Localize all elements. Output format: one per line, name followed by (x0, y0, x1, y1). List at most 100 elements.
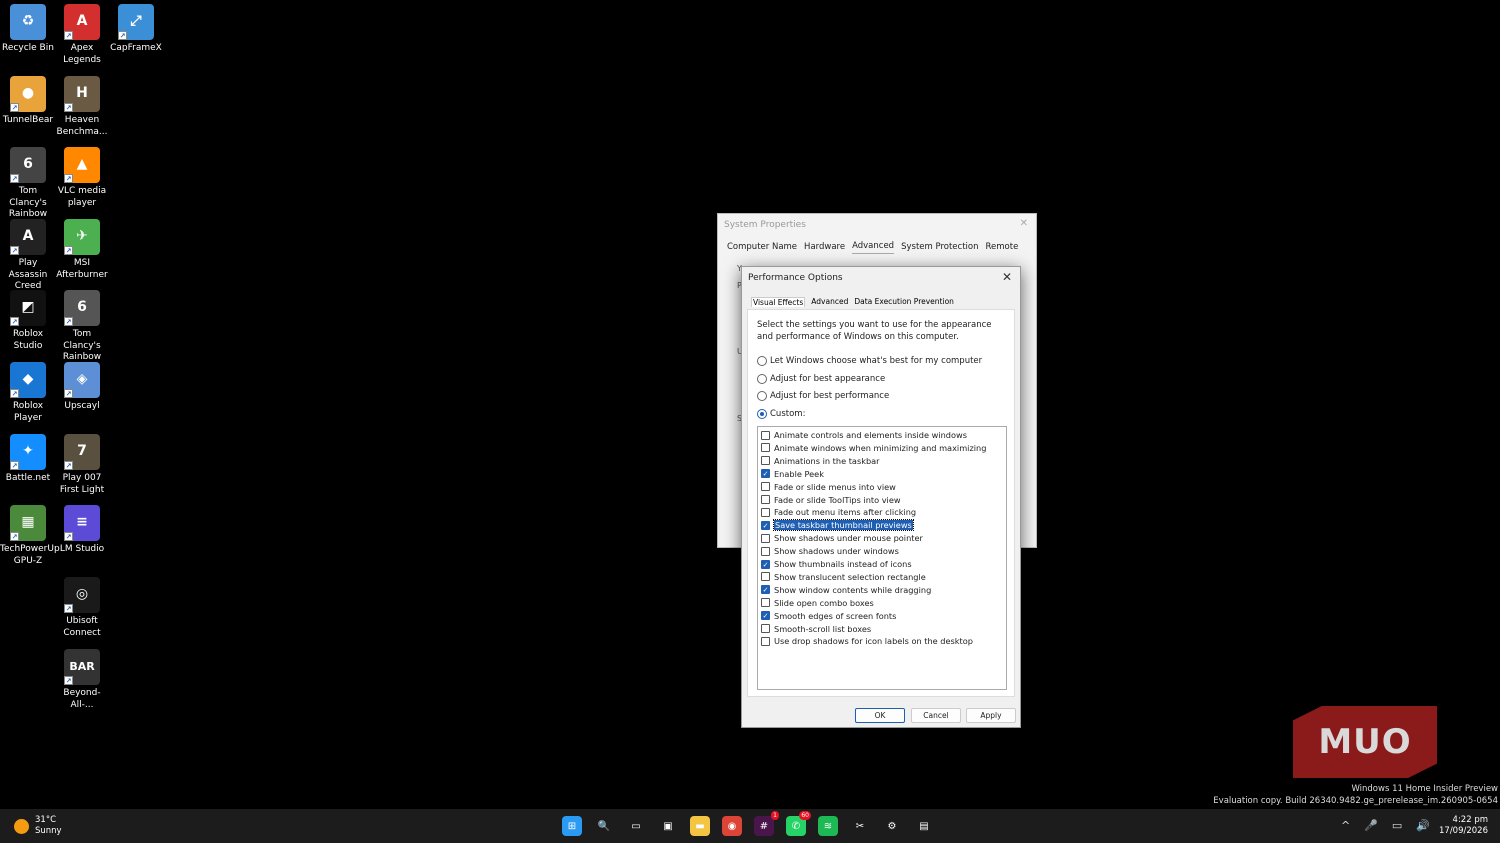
weather-widget[interactable]: 31°C Sunny (14, 815, 62, 837)
tab-data-execution-prevention[interactable]: Data Execution Prevention (854, 297, 954, 307)
desktop-icon[interactable]: BAR ↗ Beyond-All-... (54, 645, 110, 711)
effect-item[interactable]: Animations in the taskbar (761, 455, 880, 467)
tab-visual-effects[interactable]: Visual Effects (751, 297, 806, 307)
desktop-icon[interactable]: ♻ Recycle Bin (0, 0, 56, 55)
desktop-icon[interactable]: ◈ ↗ Upscayl (54, 358, 110, 413)
checkbox[interactable] (761, 533, 770, 543)
network-icon[interactable]: ▭ (1392, 819, 1402, 832)
desktop-icon[interactable]: ◩ ↗ Roblox Studio (0, 286, 56, 352)
desktop-icon[interactable]: ▲ ↗ VLC media player (54, 143, 110, 209)
task-view-icon[interactable]: ▭ (626, 816, 646, 836)
checkbox[interactable] (761, 482, 770, 492)
effect-item[interactable]: ✓ Save taskbar thumbnail previews (761, 519, 914, 532)
radio-option[interactable]: Let Windows choose what's best for my co… (757, 356, 982, 366)
checkbox[interactable] (761, 495, 770, 504)
rainbow-six-siege-icon: 6 ↗ (64, 290, 100, 326)
chrome-icon[interactable]: ◉ (722, 816, 742, 836)
desktop-icon-label: Play 007 First Light (59, 473, 105, 495)
effect-item[interactable]: Fade out menu items after clicking (761, 506, 916, 518)
tab-remote[interactable]: Remote (986, 242, 1019, 254)
show-hidden-icons[interactable]: ^ (1341, 819, 1350, 832)
checkbox[interactable] (761, 572, 770, 582)
checkbox[interactable] (761, 456, 770, 466)
visual-effects-panel: Select the settings you want to use for … (747, 309, 1015, 697)
start-icon[interactable]: ⊞ (562, 816, 582, 836)
spotify-icon[interactable]: ≋ (818, 816, 838, 836)
radio-button[interactable] (757, 373, 767, 384)
effect-item[interactable]: Animate controls and elements inside win… (761, 429, 967, 441)
microphone-icon[interactable]: 🎤 (1364, 819, 1378, 832)
desktop-icon[interactable]: H ↗ Heaven Benchma... (54, 72, 110, 138)
desktop-icon[interactable]: A ↗ Apex Legends (54, 0, 110, 66)
desktop-icon[interactable]: ⤢ ↗ CapFrameX (108, 0, 164, 55)
checkbox[interactable] (761, 636, 770, 646)
radio-button[interactable] (757, 391, 767, 402)
checkbox[interactable] (761, 624, 770, 633)
checkbox[interactable] (761, 443, 770, 453)
radio-option[interactable]: Adjust for best performance (757, 391, 889, 402)
slack-icon[interactable]: #1 (754, 811, 779, 836)
whatsapp-icon[interactable]: ✆ 60 (786, 811, 811, 836)
desktop-icon-label: Ubisoft Connect (63, 616, 101, 638)
checkbox[interactable]: ✓ (761, 520, 770, 530)
radio-option[interactable]: Custom: (757, 408, 805, 419)
desktop-icon[interactable]: 7 ↗ Play 007 First Light (54, 430, 110, 496)
desktop-icon[interactable]: ◎ ↗ Ubisoft Connect (54, 573, 110, 639)
close-icon[interactable]: ✕ (1002, 270, 1012, 284)
effect-label: Use drop shadows for icon labels on the … (774, 636, 973, 647)
tab-system-protection[interactable]: System Protection (901, 242, 978, 254)
effect-label: Show shadows under windows (774, 546, 899, 557)
clock[interactable]: 4:22 pm 17/09/2026 (1439, 815, 1488, 837)
radio-button[interactable] (757, 408, 767, 419)
desktop-icon[interactable]: ▦ ↗ TechPowerUp GPU-Z (0, 501, 60, 567)
close-icon[interactable]: ✕ (1020, 218, 1028, 229)
watermark-line: Windows 11 Home Insider Preview (1351, 784, 1498, 794)
effect-item[interactable]: Use drop shadows for icon labels on the … (761, 635, 973, 647)
checkbox[interactable] (761, 430, 770, 440)
desktop-icon[interactable]: ● ↗ TunnelBear (0, 72, 56, 127)
checkbox[interactable] (761, 546, 770, 556)
effect-item[interactable]: Show translucent selection rectangle (761, 571, 926, 583)
effect-label: Show thumbnails instead of icons (774, 559, 912, 569)
microsoft-store-icon[interactable]: ▣ (658, 816, 678, 836)
checkbox[interactable]: ✓ (761, 559, 770, 569)
tab-advanced[interactable]: Advanced (811, 297, 848, 307)
radio-button[interactable] (757, 356, 767, 366)
effect-item[interactable]: Fade or slide menus into view (761, 481, 896, 493)
file-explorer-icon[interactable]: ▬ (690, 816, 710, 836)
desktop-icon[interactable]: ≡ ↗ LM Studio (54, 501, 110, 556)
cancel-button[interactable]: Cancel (911, 708, 961, 723)
snipping-tool-icon[interactable]: ✂ (850, 816, 870, 836)
system-properties-icon[interactable]: ▤ (914, 816, 934, 836)
checkbox[interactable] (761, 507, 770, 517)
tab-hardware[interactable]: Hardware (804, 242, 845, 254)
effects-list[interactable]: Animate controls and elements inside win… (757, 426, 1007, 690)
performance-options-dialog[interactable]: Performance Options ✕ Visual Effects Adva… (741, 266, 1021, 728)
effect-item[interactable]: ✓ Show window contents while dragging (761, 584, 931, 596)
effect-item[interactable]: Show shadows under windows (761, 545, 899, 557)
effect-item[interactable]: Smooth-scroll list boxes (761, 623, 871, 635)
effect-item[interactable]: Animate windows when minimizing and maxi… (761, 442, 986, 454)
effect-item[interactable]: Fade or slide ToolTips into view (761, 494, 901, 506)
radio-option[interactable]: Adjust for best appearance (757, 373, 885, 384)
effect-item[interactable]: Show shadows under mouse pointer (761, 532, 923, 544)
effect-item[interactable]: ✓ Smooth edges of screen fonts (761, 610, 896, 622)
apply-button[interactable]: Apply (966, 708, 1016, 723)
desktop-icon[interactable]: ◆ ↗ Roblox Player (0, 358, 56, 424)
effect-label: Save taskbar thumbnail previews (773, 519, 914, 532)
desktop-icon[interactable]: ✦ ↗ Battle.net (0, 430, 56, 485)
ok-button[interactable]: OK (855, 708, 905, 723)
tab-advanced[interactable]: Advanced (852, 241, 895, 254)
volume-icon[interactable]: 🔊 (1416, 819, 1430, 832)
desktop-icon[interactable]: ✈ ↗ MSI Afterburner (54, 215, 110, 281)
checkbox[interactable]: ✓ (761, 585, 770, 595)
tab-computer-name[interactable]: Computer Name (727, 242, 797, 254)
settings-icon[interactable]: ⚙ (882, 816, 902, 836)
effect-item[interactable]: ✓ Show thumbnails instead of icons (761, 558, 912, 570)
checkbox[interactable] (761, 598, 770, 608)
effect-item[interactable]: Slide open combo boxes (761, 597, 874, 609)
checkbox[interactable]: ✓ (761, 469, 770, 479)
search-icon[interactable]: 🔍 (594, 816, 614, 836)
checkbox[interactable]: ✓ (761, 611, 770, 621)
effect-item[interactable]: ✓ Enable Peek (761, 468, 824, 480)
